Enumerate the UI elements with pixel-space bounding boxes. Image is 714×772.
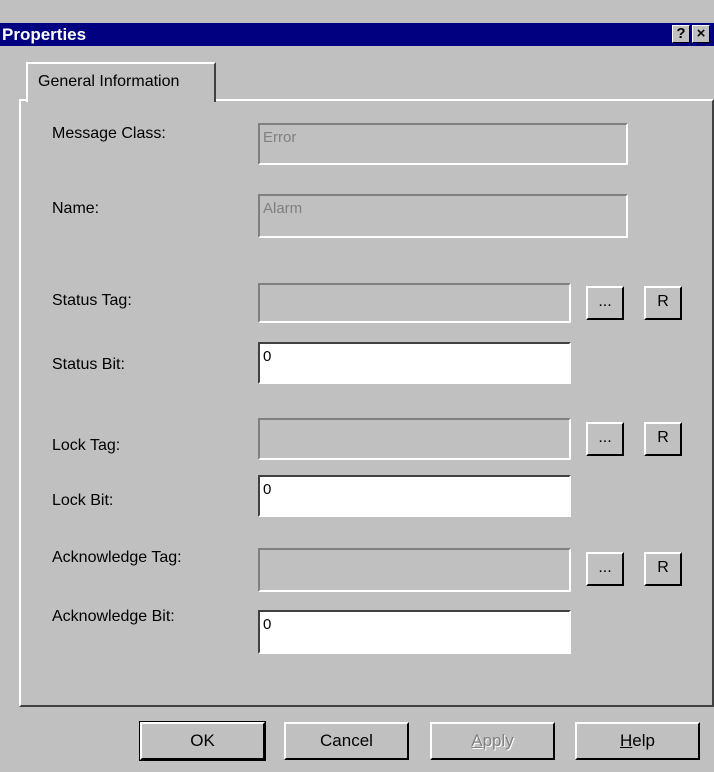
name-label: Name:: [52, 200, 100, 217]
acknowledge-tag-remove-button[interactable]: R: [644, 552, 682, 586]
name-field: Alarm: [258, 194, 628, 238]
lock-tag-field[interactable]: [258, 418, 571, 460]
message-class-field: Error: [258, 123, 628, 165]
message-class-label: Message Class:: [52, 125, 166, 142]
acknowledge-tag-field[interactable]: [258, 548, 571, 592]
close-button[interactable]: ×: [692, 25, 710, 43]
ok-button[interactable]: OK: [139, 721, 266, 761]
help-title-button[interactable]: ?: [672, 25, 690, 43]
acknowledge-bit-label: Acknowledge Bit:: [52, 608, 175, 625]
acknowledge-tag-label: Acknowledge Tag:: [52, 549, 182, 566]
tab-label: General Information: [38, 73, 180, 90]
help-mnemonic: H: [620, 731, 633, 750]
status-tag-remove-button[interactable]: R: [644, 286, 682, 320]
cancel-button[interactable]: Cancel: [284, 722, 409, 760]
title-bar: Properties ? ×: [0, 23, 714, 46]
status-tag-label: Status Tag:: [52, 292, 132, 309]
status-bit-label: Status Bit:: [52, 356, 125, 373]
apply-button[interactable]: Apply: [430, 722, 555, 760]
window-title: Properties: [2, 25, 87, 44]
lock-tag-label: Lock Tag:: [52, 437, 121, 454]
status-bit-input[interactable]: 0: [258, 342, 571, 384]
acknowledge-tag-browse-button[interactable]: ...: [586, 552, 624, 586]
help-label: elp: [632, 731, 655, 750]
lock-tag-browse-button[interactable]: ...: [586, 422, 624, 456]
status-tag-field[interactable]: [258, 283, 571, 323]
acknowledge-bit-input[interactable]: 0: [258, 610, 571, 654]
tab-general-information[interactable]: General Information: [26, 62, 216, 102]
status-tag-browse-button[interactable]: ...: [586, 286, 624, 320]
help-button[interactable]: Help: [575, 722, 700, 760]
apply-mnemonic: A: [471, 731, 483, 750]
lock-bit-input[interactable]: 0: [258, 475, 571, 517]
lock-bit-label: Lock Bit:: [52, 492, 114, 509]
lock-tag-remove-button[interactable]: R: [644, 422, 682, 456]
apply-label: pply: [482, 731, 514, 750]
